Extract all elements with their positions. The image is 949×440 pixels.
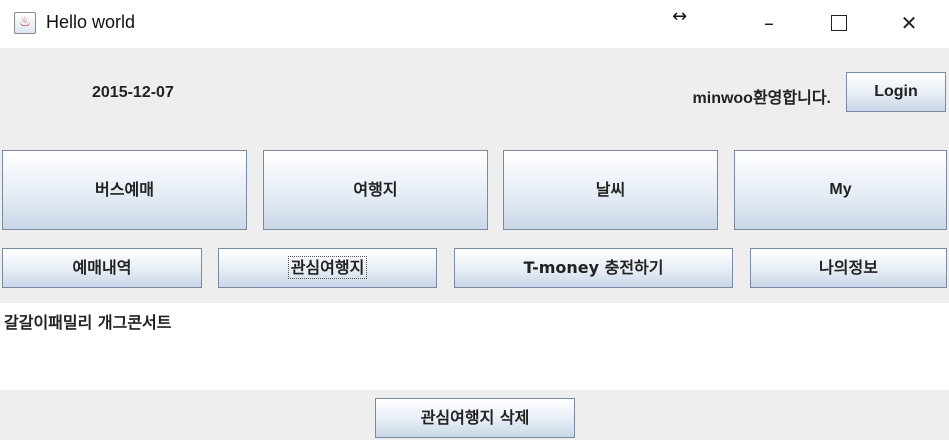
java-cup-icon: ♨ bbox=[14, 12, 36, 34]
destination-button[interactable]: 여행지 bbox=[263, 150, 488, 230]
window-title: Hello world bbox=[46, 12, 136, 32]
my-button[interactable]: My bbox=[734, 150, 947, 230]
title-bar: ♨ Hello world ↔ – ✕ bbox=[0, 0, 949, 48]
my-info-button[interactable]: 나의정보 bbox=[750, 248, 947, 288]
minimize-button[interactable]: – bbox=[734, 0, 804, 48]
weather-button[interactable]: 날씨 bbox=[503, 150, 718, 230]
login-button[interactable]: Login bbox=[846, 72, 946, 112]
booking-history-button[interactable]: 예매내역 bbox=[2, 248, 202, 288]
bus-booking-button[interactable]: 버스예매 bbox=[2, 150, 247, 230]
tmoney-charge-button[interactable]: T-money 충전하기 bbox=[454, 248, 733, 288]
delete-favorite-button[interactable]: 관심여행지 삭제 bbox=[375, 398, 575, 438]
resize-arrows-icon: ↔ bbox=[672, 6, 688, 27]
date-label: 2015-12-07 bbox=[92, 84, 174, 101]
close-button[interactable]: ✕ bbox=[874, 0, 944, 48]
favorite-item[interactable]: 갈갈이패밀리 개그콘서트 bbox=[4, 309, 172, 333]
favorite-destinations-button[interactable]: 관심여행지 bbox=[218, 248, 437, 288]
maximize-icon bbox=[831, 14, 847, 31]
maximize-button[interactable] bbox=[804, 0, 874, 48]
favorites-list-area[interactable]: 갈갈이패밀리 개그콘서트 bbox=[0, 303, 949, 390]
welcome-label: minwoo환영합니다. bbox=[692, 90, 831, 107]
favorite-destinations-label: 관심여행지 bbox=[287, 256, 368, 279]
